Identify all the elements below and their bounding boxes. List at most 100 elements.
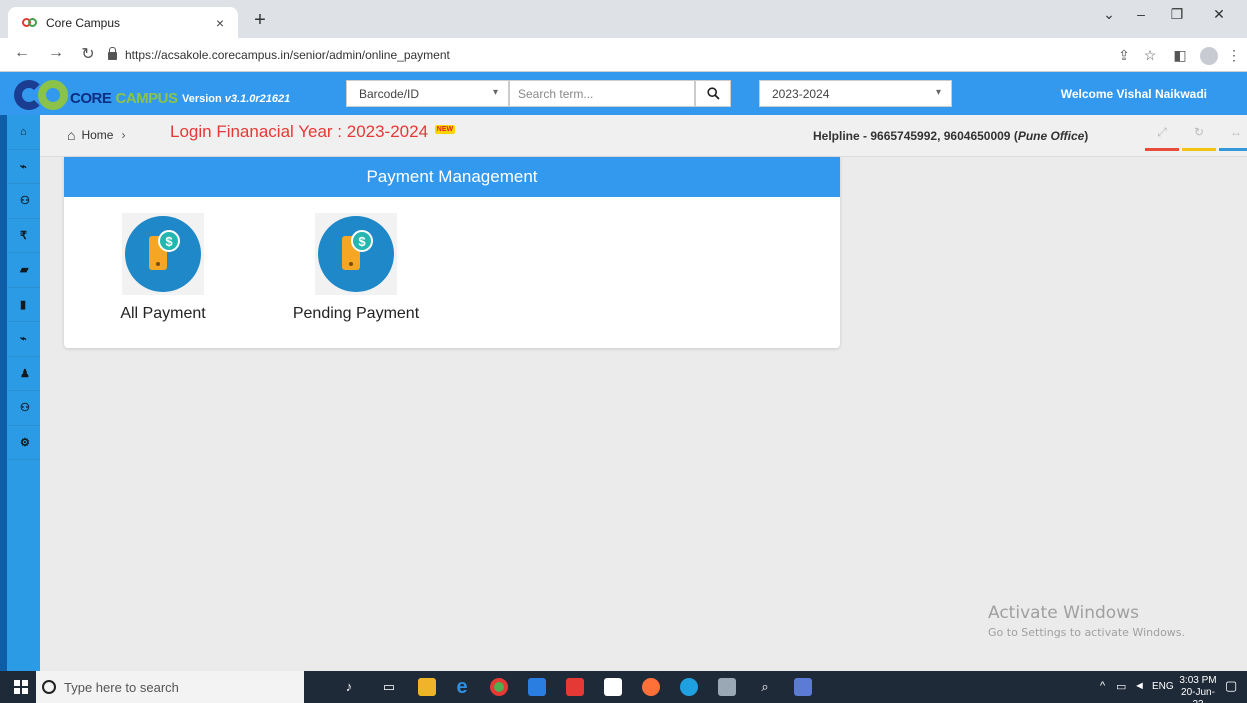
sidebar-item-9[interactable]: ⚙ bbox=[7, 426, 40, 460]
browser-toolbar: ← → ↻ https://acsakole.corecampus.in/sen… bbox=[0, 38, 1247, 72]
search-type-select[interactable]: Barcode/ID ▾ bbox=[346, 80, 509, 107]
microphone-icon[interactable]: ♪ bbox=[340, 678, 358, 696]
academic-year-select[interactable]: 2023-2024 ▾ bbox=[759, 80, 952, 107]
chevron-down-icon: ▾ bbox=[935, 87, 941, 98]
sidebar-item-8[interactable]: ⚇ bbox=[7, 391, 40, 426]
input-language[interactable]: ENG bbox=[1152, 681, 1174, 692]
taskbar-clock[interactable]: 3:03 PM 20-Jun-23 bbox=[1176, 675, 1220, 703]
sidebar-item-5[interactable]: ▮ bbox=[7, 288, 40, 322]
pending-payment-tile[interactable]: $ Pending Payment bbox=[276, 213, 436, 323]
breadcrumb-home[interactable]: ⌂ Home › bbox=[67, 127, 125, 143]
core-campus-favicon-icon bbox=[22, 17, 38, 29]
refresh-icon: ↻ bbox=[1193, 125, 1205, 139]
browser-tab[interactable]: Core Campus × bbox=[8, 7, 238, 38]
edge-icon[interactable] bbox=[680, 678, 698, 696]
refresh-button[interactable]: ↻ bbox=[1182, 125, 1216, 151]
sidebar-edge bbox=[0, 115, 7, 671]
arrows-h-icon: ↔ bbox=[1230, 125, 1242, 139]
volume-muted-icon[interactable]: ◄ bbox=[1134, 680, 1145, 692]
search-button[interactable] bbox=[695, 80, 731, 107]
lock-icon bbox=[108, 47, 117, 60]
search-icon bbox=[706, 87, 720, 100]
taskbar-search[interactable]: Type here to search bbox=[36, 671, 304, 703]
magnifier-icon[interactable]: ⌕ bbox=[756, 678, 774, 696]
users-icon: ⚇ bbox=[20, 195, 30, 208]
chevron-right-icon: › bbox=[121, 128, 126, 142]
rupee-icon: ₹ bbox=[20, 229, 27, 242]
sidebar-item-4[interactable]: ▰ bbox=[7, 253, 40, 288]
network-app-icon[interactable] bbox=[718, 678, 736, 696]
browser-tab-strip: Core Campus × + ⌄ – ❐ ✕ bbox=[0, 0, 1247, 38]
welcome-user[interactable]: Welcome Vishal Naikwadi bbox=[1061, 87, 1207, 101]
anydesk-icon[interactable] bbox=[566, 678, 584, 696]
panel-title: Payment Management bbox=[64, 157, 840, 197]
more-menu-icon[interactable]: ⋮ bbox=[1224, 47, 1244, 64]
word-icon[interactable] bbox=[794, 678, 812, 696]
bookmark-star-icon[interactable]: ☆ bbox=[1140, 47, 1160, 64]
expand-icon: ⤢ bbox=[1157, 125, 1167, 139]
sidebar-item-1[interactable]: ⌁ bbox=[7, 150, 40, 184]
windows-taskbar: Type here to search ♪ ▭ e ⌕ ^ ▭ ◄ ENG 3:… bbox=[0, 671, 1247, 703]
core-campus-logo[interactable] bbox=[12, 78, 76, 112]
mobile-payment-icon: $ bbox=[125, 216, 201, 292]
sidebar-item-0[interactable]: ⌂ bbox=[7, 115, 40, 150]
activate-windows-title: Activate Windows bbox=[988, 603, 1139, 623]
sidebar-item-3[interactable]: ₹ bbox=[7, 219, 40, 253]
minimize-button[interactable]: – bbox=[1126, 6, 1156, 22]
internet-explorer-icon[interactable]: e bbox=[453, 677, 471, 697]
new-tab-button[interactable]: + bbox=[248, 9, 272, 31]
chrome-icon[interactable] bbox=[490, 678, 508, 696]
expand-button[interactable]: ⤢ bbox=[1145, 125, 1179, 151]
arrows-h-button[interactable]: ↔ bbox=[1219, 125, 1247, 151]
brand-name: CORE CAMPUS bbox=[70, 90, 178, 107]
tool-underline bbox=[1145, 148, 1179, 151]
url-text: https://acsakole.corecampus.in/senior/ad… bbox=[125, 47, 450, 62]
share-icon[interactable]: ⇪ bbox=[1114, 47, 1134, 64]
store-icon[interactable] bbox=[604, 678, 622, 696]
graduation-cap-icon: ⌁ bbox=[20, 333, 27, 346]
payment-tile-image: $ bbox=[315, 213, 397, 295]
network-icon[interactable]: ▭ bbox=[1116, 680, 1126, 693]
financial-year-label: Login Finanacial Year : 2023-2024 NEW bbox=[170, 122, 456, 141]
all-payment-tile[interactable]: $ All Payment bbox=[83, 213, 243, 323]
tab-search-icon[interactable]: ⌄ bbox=[1094, 6, 1124, 23]
file-explorer-icon[interactable] bbox=[418, 678, 436, 696]
graduation-cap-icon: ⌁ bbox=[20, 160, 27, 173]
home-icon: ⌂ bbox=[67, 127, 76, 143]
notifications-icon[interactable]: ▢ bbox=[1225, 678, 1237, 694]
firefox-icon[interactable] bbox=[642, 678, 660, 696]
address-bar[interactable]: https://acsakole.corecampus.in/senior/ad… bbox=[108, 42, 1108, 67]
new-badge: NEW bbox=[434, 125, 456, 134]
sidebar-item-6[interactable]: ⌁ bbox=[7, 322, 40, 357]
task-view-icon[interactable]: ▭ bbox=[380, 678, 398, 696]
close-window-button[interactable]: ✕ bbox=[1204, 6, 1234, 23]
activate-windows-subtitle: Go to Settings to activate Windows. bbox=[988, 626, 1186, 639]
forward-arrow-icon[interactable]: → bbox=[46, 44, 66, 62]
users-icon: ⚇ bbox=[20, 402, 30, 415]
tray-chevron-up-icon[interactable]: ^ bbox=[1100, 680, 1105, 692]
tab-close-icon[interactable]: × bbox=[212, 15, 228, 31]
app-header: CORE CAMPUS Version v3.1.0r21621 Barcode… bbox=[0, 72, 1247, 115]
search-input[interactable] bbox=[509, 80, 695, 107]
tile-label: Pending Payment bbox=[292, 305, 420, 322]
reload-icon[interactable]: ↻ bbox=[78, 44, 98, 64]
profile-avatar[interactable] bbox=[1200, 47, 1218, 65]
file-icon: ▮ bbox=[20, 298, 27, 311]
mobile-payment-icon: $ bbox=[318, 216, 394, 292]
restore-button[interactable]: ❐ bbox=[1162, 6, 1192, 23]
sidebar-item-7[interactable]: ♟ bbox=[7, 357, 40, 391]
chevron-down-icon: ▾ bbox=[492, 87, 498, 98]
ism-app-icon[interactable] bbox=[528, 678, 546, 696]
cortana-icon bbox=[42, 680, 56, 694]
tab-title: Core Campus bbox=[46, 15, 121, 30]
back-arrow-icon[interactable]: ← bbox=[12, 44, 32, 62]
side-panel-icon[interactable]: ◧ bbox=[1170, 47, 1190, 64]
windows-start-icon[interactable] bbox=[14, 680, 28, 694]
sidebar: ⌂ ⌁ ⚇ ₹ ▰ ▮ ⌁ ♟ ⚇ ⚙ bbox=[0, 115, 40, 671]
sidebar-item-2[interactable]: ⚇ bbox=[7, 184, 40, 219]
breadcrumb: ⌂ Home › Login Finanacial Year : 2023-20… bbox=[40, 115, 1247, 157]
tool-underline bbox=[1182, 148, 1216, 151]
tool-underline bbox=[1219, 148, 1247, 151]
user-icon: ♟ bbox=[20, 367, 30, 380]
payment-management-panel: Payment Management $ All Payment $ Pendi… bbox=[64, 157, 840, 348]
